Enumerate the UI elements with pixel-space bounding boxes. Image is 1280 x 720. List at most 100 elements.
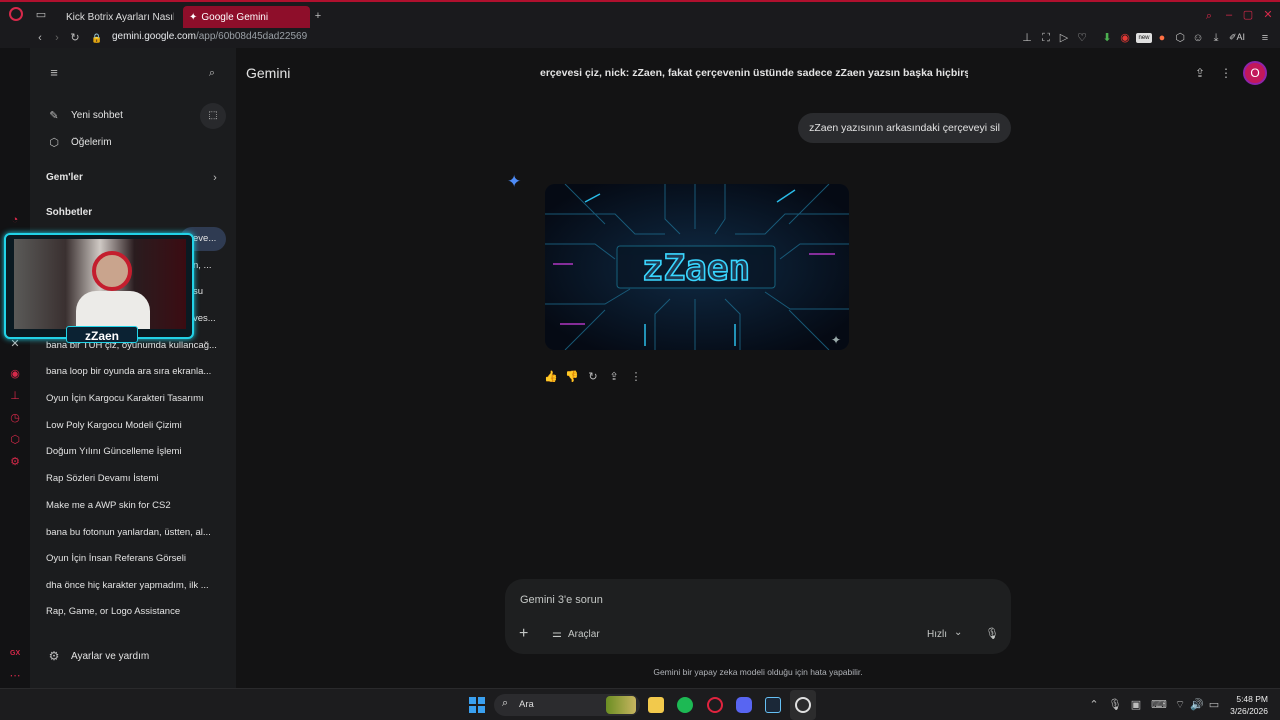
opera-gx-logo-icon[interactable]	[9, 7, 23, 21]
edit-icon: ✎	[49, 110, 59, 122]
downloads-icon[interactable]: ⤓	[1209, 31, 1223, 45]
settings-icon: ⚙	[48, 649, 60, 663]
chat-item[interactable]: Rap, Game, or Logo Assistance	[46, 606, 220, 617]
chevron-right-icon[interactable]: ›	[208, 171, 222, 185]
person-body	[76, 291, 150, 329]
circuit-background: zZaen ✦	[545, 184, 849, 350]
gems-heading[interactable]: Gem'ler	[46, 172, 218, 183]
share-response-icon[interactable]: ⇪	[607, 370, 621, 384]
thumbs-up-icon[interactable]: 👍	[544, 370, 558, 384]
more-icon[interactable]: ⋯	[9, 670, 21, 682]
chat-item[interactable]: Doğum Yılını Güncelleme İşlemi	[46, 446, 220, 457]
search-icon[interactable]: ⌕	[205, 66, 219, 80]
chat-item[interactable]: bana bu fotonun yanlardan, üstten, al...	[46, 527, 220, 538]
chevron-down-icon[interactable]: ⌄	[954, 627, 962, 638]
tools-button[interactable]: Araçlar	[568, 629, 600, 640]
opera-sidebar: ◔ ✕ ◉ ⊥ ◷ ⬡ ⚙ GX ⋯	[0, 48, 30, 688]
microphone-icon[interactable]: 🎙	[985, 627, 999, 640]
history-icon[interactable]: ◷	[9, 412, 21, 424]
speed-dial-icon[interactable]: ◔	[9, 214, 21, 226]
image-spark-icon: ✦	[831, 333, 841, 347]
clock-time[interactable]: 5:48 PM	[1228, 694, 1268, 704]
maximize-icon[interactable]: ▢	[1241, 8, 1255, 22]
pin-icon[interactable]: ⊥	[1020, 31, 1034, 45]
chat-item[interactable]: bana loop bir oyunda ara sıra ekranla...	[46, 366, 220, 377]
windows-start-icon[interactable]	[469, 697, 485, 713]
taskbar: ⌕ Ara ⌃ 🎙 ▣ ⌨ ⌔ 🔊 ▭ 5:48 PM 3/26/2026	[0, 688, 1280, 720]
user-message-bubble: zZaen yazısının arkasındaki çerçeveyi si…	[798, 113, 1011, 143]
extensions-side-icon[interactable]: ⬡	[9, 434, 21, 446]
chat-item[interactable]: Low Poly Kargocu Modeli Çizimi	[46, 420, 220, 431]
gem-box-icon: ⬡	[49, 137, 59, 149]
settings-help-link[interactable]: Ayarlar ve yardım	[71, 651, 243, 662]
spotify-icon[interactable]	[677, 697, 693, 713]
player-icon[interactable]: ◉	[9, 368, 21, 380]
share-icon[interactable]: ⇪	[1193, 66, 1207, 80]
temporary-chat-button[interactable]: ⬚	[200, 103, 226, 129]
search-highlight-icon	[606, 696, 636, 714]
extension-red-icon[interactable]: ◉	[1118, 31, 1132, 45]
app-title[interactable]: Gemini	[246, 65, 290, 81]
menu-icon[interactable]: ≡	[1258, 31, 1272, 45]
more-options-icon[interactable]: ⋮	[629, 370, 643, 384]
close-icon[interactable]: ✕	[1261, 8, 1275, 22]
add-icon[interactable]: +	[519, 625, 528, 643]
gx-label[interactable]: GX	[10, 650, 20, 657]
volume-icon[interactable]: 🔊	[1190, 698, 1204, 712]
wifi-icon[interactable]: ⌔	[1173, 698, 1187, 712]
chat-item[interactable]: su	[193, 286, 225, 297]
hamburger-menu-icon[interactable]: ≡	[47, 66, 61, 80]
chats-heading: Sohbetler	[46, 207, 93, 218]
chat-item[interactable]: Oyun İçin İnsan Referans Görseli	[46, 553, 220, 564]
search-tabs-icon[interactable]: ⌕	[1202, 9, 1216, 23]
regenerate-icon[interactable]: ↻	[586, 370, 600, 384]
heart-icon[interactable]: ♡	[1075, 31, 1089, 45]
new-badge-icon[interactable]: new	[1136, 33, 1152, 43]
avatar[interactable]: O	[1243, 61, 1267, 85]
generated-image[interactable]: zZaen ✦	[545, 184, 849, 350]
opera-gx-icon[interactable]	[707, 697, 723, 713]
taskbar-search[interactable]: ⌕ Ara	[494, 694, 640, 716]
workspaces-icon[interactable]: ▭	[34, 8, 48, 22]
thumbs-down-icon[interactable]: 👎	[565, 370, 579, 384]
forward-icon[interactable]: ›	[50, 31, 64, 45]
chat-item[interactable]: dha önce hiç karakter yapmadım, ilk ...	[46, 580, 220, 591]
settings-side-icon[interactable]: ⚙	[9, 456, 21, 468]
url-field[interactable]: gemini.google.com/app/60b08d45dad22569	[112, 31, 307, 42]
chat-item[interactable]: Rap Sözleri Devamı İstemi	[46, 473, 220, 484]
taskbar-active-indicator	[790, 690, 816, 720]
snapshot-icon[interactable]: ⛶	[1039, 31, 1053, 45]
tab-label: Google Gemini	[201, 11, 269, 23]
ai-button[interactable]: ✐AI	[1229, 32, 1245, 43]
prompt-input[interactable]: Gemini 3'e sorun	[520, 594, 603, 606]
reload-icon[interactable]: ↻	[68, 31, 82, 45]
lock-icon: 🔒	[91, 33, 103, 43]
profile-icon[interactable]: ☺	[1191, 31, 1205, 45]
chevron-up-icon[interactable]: ⌃	[1087, 698, 1101, 712]
tab-google-gemini[interactable]: ✦ Google Gemini	[183, 6, 310, 28]
tray-app-icon[interactable]: ▣	[1129, 698, 1143, 712]
webcam-nick: zZaen	[84, 329, 119, 343]
back-icon[interactable]: ‹	[33, 31, 47, 45]
steam-icon[interactable]	[765, 697, 781, 713]
more-vert-icon[interactable]: ⋮	[1219, 66, 1233, 80]
chat-item[interactable]: Oyun İçin Kargocu Karakteri Tasarımı	[46, 393, 220, 404]
extensions-icon[interactable]: ⬡	[1173, 31, 1187, 45]
mode-selector[interactable]: Hızlı	[927, 629, 947, 640]
my-items-link[interactable]: Öğelerim	[71, 137, 243, 148]
extension-orange-icon[interactable]: ●	[1155, 31, 1169, 45]
microphone-tray-icon[interactable]: 🎙	[1108, 698, 1122, 712]
chat-item[interactable]: ves...	[193, 313, 225, 324]
clock-date[interactable]: 3/26/2026	[1218, 706, 1268, 716]
keyboard-icon[interactable]: ⌨	[1151, 698, 1167, 712]
tab-kick-botrix[interactable]: Kick Botrix Ayarları Nasıl Y	[56, 6, 174, 28]
new-tab-icon[interactable]: +	[311, 9, 325, 23]
pinboard-icon[interactable]: ⊥	[9, 390, 21, 402]
discord-icon[interactable]	[736, 697, 752, 713]
chat-item[interactable]: Make me a AWP skin for CS2	[46, 500, 220, 511]
chat-item[interactable]: n, ...	[193, 260, 225, 271]
download-arrow-icon[interactable]: ⬇	[1100, 31, 1114, 45]
minimize-icon[interactable]: –	[1222, 8, 1236, 22]
chat-item[interactable]: eve...	[193, 233, 225, 244]
file-explorer-icon[interactable]	[648, 697, 664, 713]
